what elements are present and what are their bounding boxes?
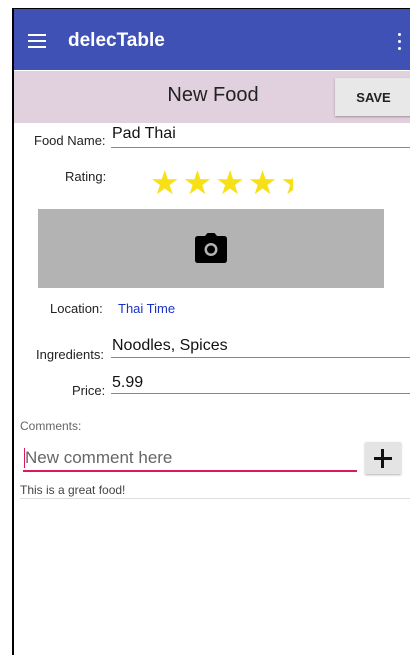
photo-placeholder[interactable] <box>38 209 384 288</box>
price-label: Price: <box>72 383 106 398</box>
more-vert-icon[interactable] <box>394 31 404 51</box>
text-caret <box>24 448 25 468</box>
ingredients-underline <box>111 357 410 358</box>
star-full-icon[interactable]: ★ <box>248 166 278 200</box>
app-bar: delecTable <box>14 9 410 70</box>
save-button[interactable]: SAVE <box>335 78 410 116</box>
food-name-label: Food Name: <box>34 133 106 148</box>
camera-icon <box>195 233 227 263</box>
add-comment-button[interactable] <box>365 442 401 474</box>
comment-item: This is a great food! <box>20 483 126 497</box>
star-full-icon[interactable]: ★ <box>150 166 180 200</box>
title-bar: New Food SAVE <box>14 71 410 123</box>
star-full-icon[interactable]: ★ <box>183 166 213 200</box>
price-field[interactable]: 5.99 <box>112 374 143 392</box>
location-link[interactable]: Thai Time <box>118 301 175 316</box>
app-title: delecTable <box>68 30 165 51</box>
price-underline <box>111 393 410 394</box>
location-label: Location: <box>50 301 103 316</box>
rating-bar[interactable]: ★★★★★ <box>150 166 296 200</box>
food-name-underline <box>111 147 410 148</box>
comments-label: Comments: <box>20 419 82 433</box>
rating-label: Rating: <box>65 169 107 184</box>
food-name-field[interactable]: Pad Thai <box>112 125 176 143</box>
star-half-icon[interactable]: ★ <box>280 166 293 200</box>
ingredients-field[interactable]: Noodles, Spices <box>112 337 228 355</box>
hamburger-menu-icon[interactable] <box>28 34 46 48</box>
star-full-icon[interactable]: ★ <box>215 166 245 200</box>
app-screen: delecTable New Food SAVE Food Name: Pad … <box>12 8 410 655</box>
comment-divider <box>20 498 410 499</box>
new-comment-input[interactable] <box>23 446 357 472</box>
ingredients-label: Ingredients: <box>36 347 104 362</box>
